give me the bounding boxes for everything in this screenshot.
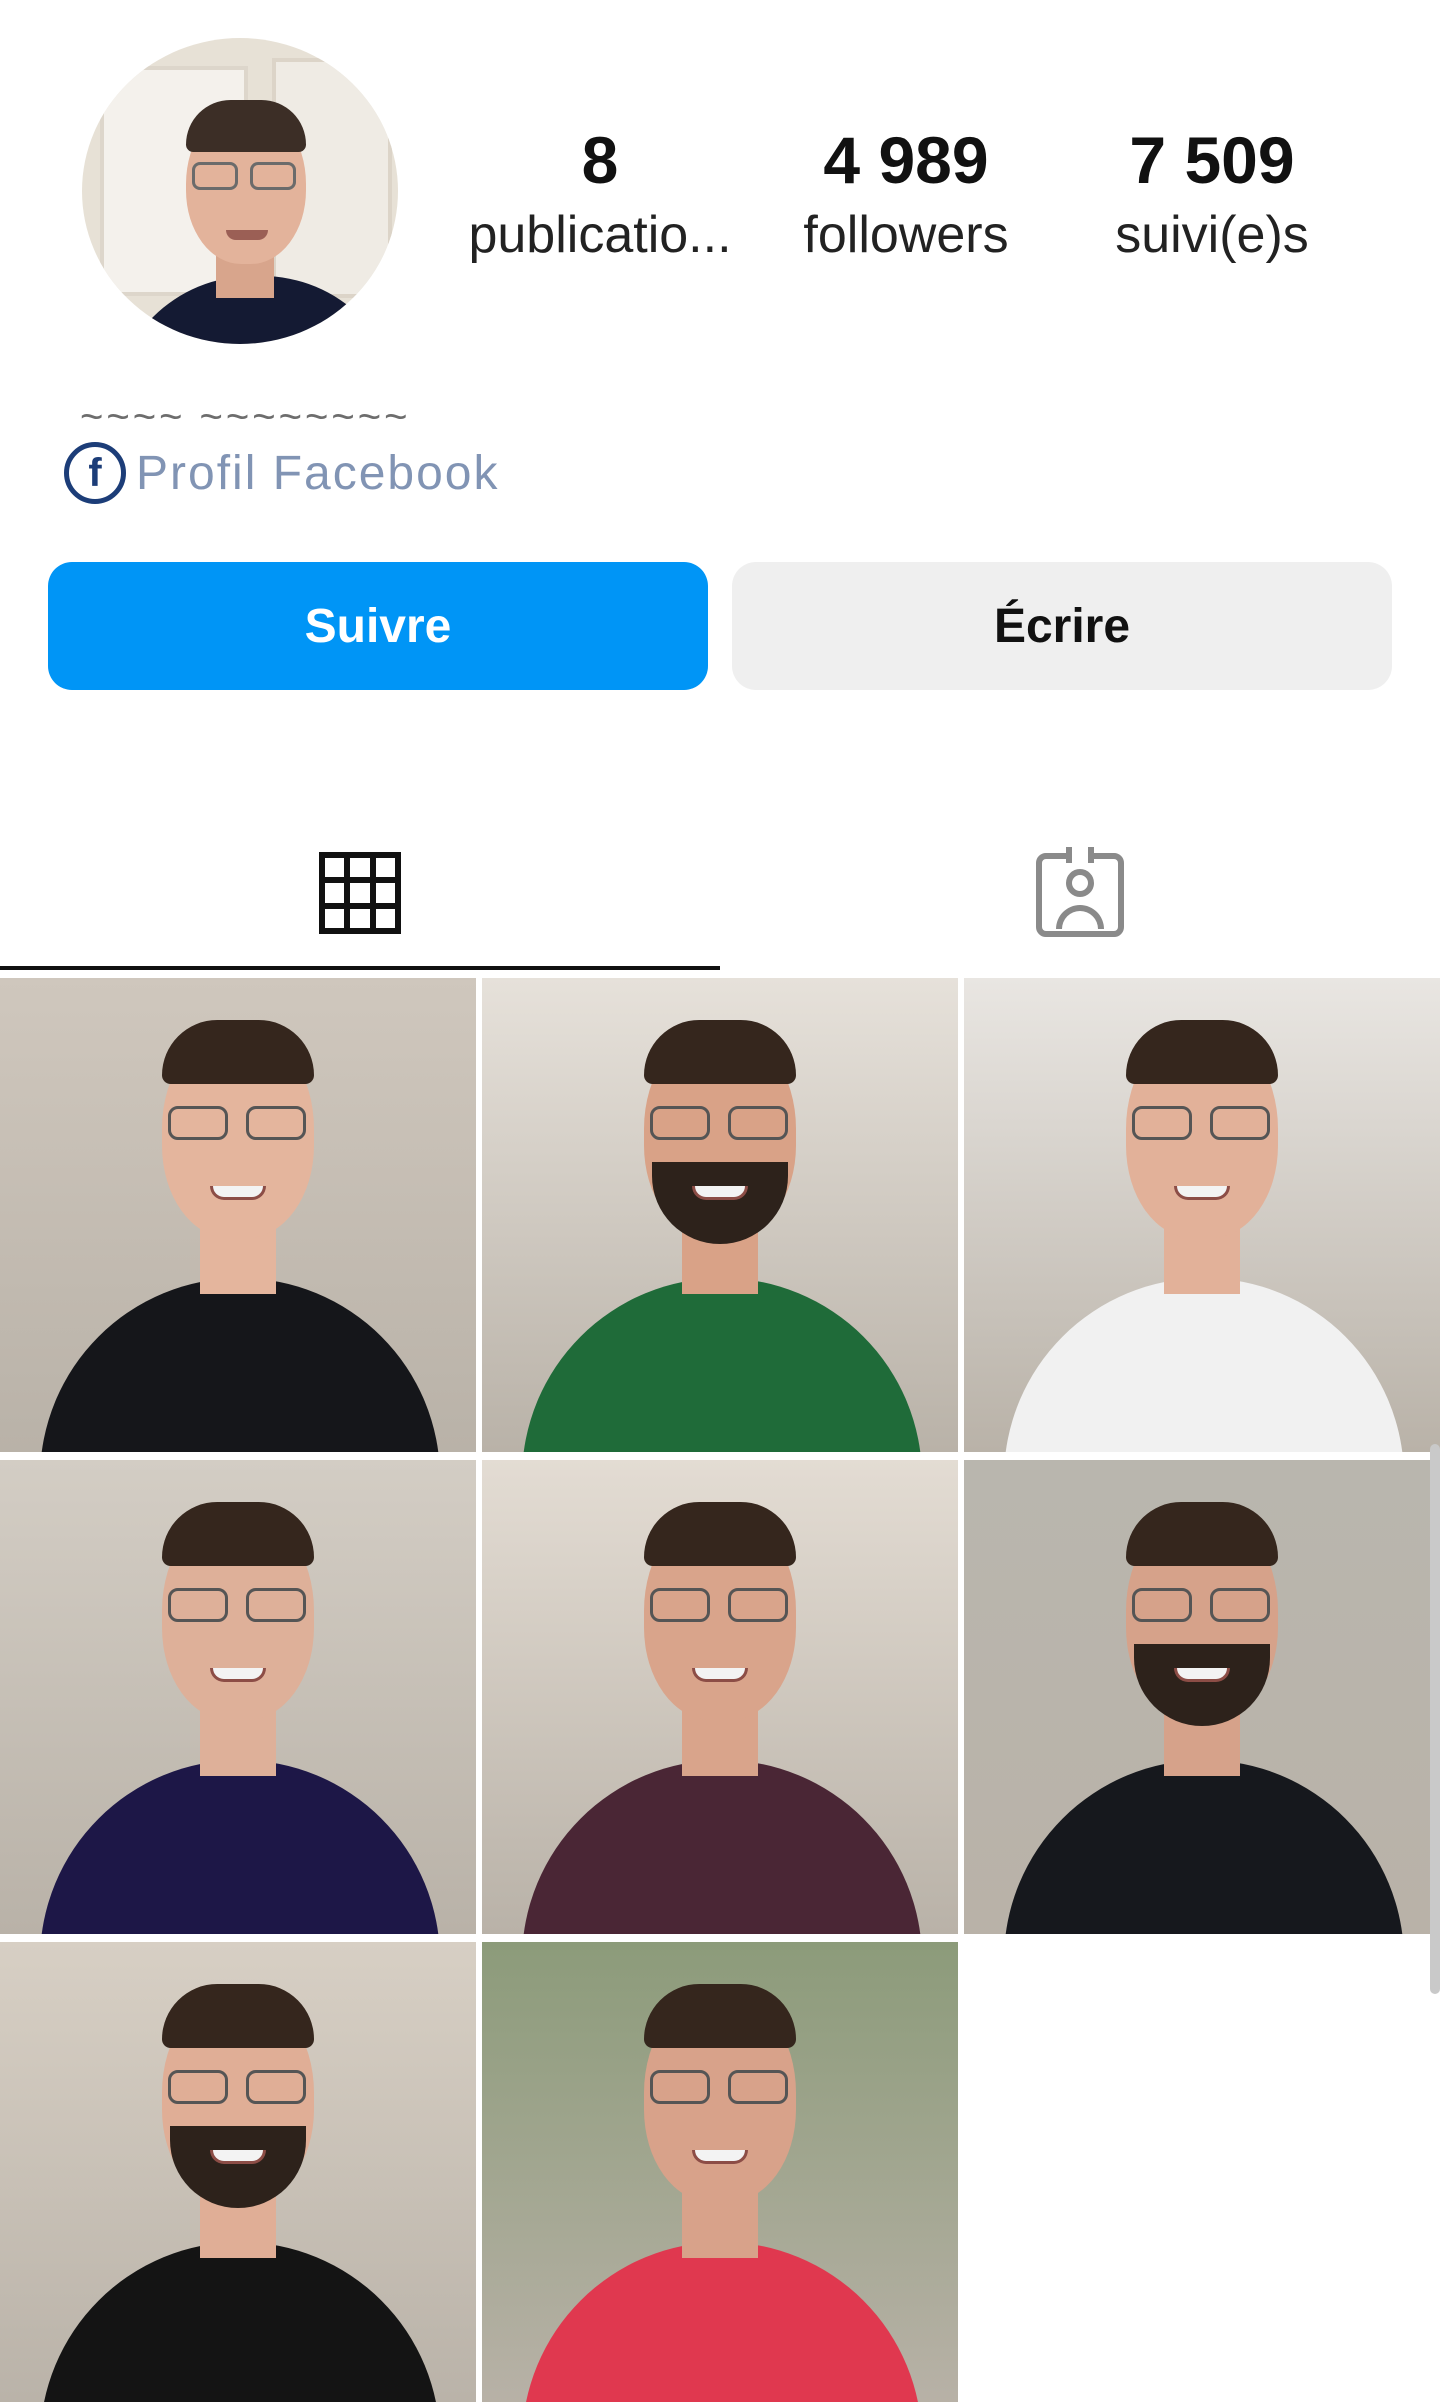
message-button[interactable]: Écrire bbox=[732, 562, 1392, 690]
grid-icon bbox=[319, 852, 401, 934]
post-thumbnail[interactable] bbox=[0, 1460, 476, 1934]
stat-posts[interactable]: 8 publicatio... bbox=[460, 120, 740, 270]
stat-following[interactable]: 7 509 suivi(e)s bbox=[1072, 120, 1352, 270]
post-thumbnail[interactable] bbox=[0, 978, 476, 1452]
stat-posts-value: 8 bbox=[581, 123, 619, 197]
tab-tagged[interactable] bbox=[720, 820, 1440, 970]
profile-name-text: ~~~~ ~~~~~~~~ bbox=[80, 395, 411, 424]
stat-posts-label: publicatio... bbox=[468, 206, 732, 264]
post-thumbnail[interactable] bbox=[964, 978, 1440, 1452]
stat-followers[interactable]: 4 989 followers bbox=[766, 120, 1046, 270]
facebook-profile-link[interactable]: f Profil Facebook bbox=[64, 440, 500, 506]
profile-stats: 8 publicatio... 4 989 followers 7 509 su… bbox=[460, 120, 1360, 280]
stat-followers-value: 4 989 bbox=[823, 123, 989, 197]
tagged-user-icon bbox=[1036, 847, 1124, 937]
post-thumbnail[interactable] bbox=[482, 1942, 958, 2402]
scrollbar[interactable] bbox=[1430, 1444, 1440, 1994]
stat-following-value: 7 509 bbox=[1129, 123, 1295, 197]
profile-page: 8 publicatio... 4 989 followers 7 509 su… bbox=[0, 0, 1440, 2402]
post-thumbnail[interactable] bbox=[482, 1460, 958, 1934]
post-thumbnail[interactable] bbox=[964, 1460, 1440, 1934]
profile-name: ~~~~ ~~~~~~~~ bbox=[80, 394, 460, 424]
profile-avatar[interactable] bbox=[82, 38, 398, 344]
facebook-icon: f bbox=[64, 442, 126, 504]
posts-grid bbox=[0, 978, 1440, 2402]
stat-followers-label: followers bbox=[803, 206, 1009, 264]
follow-button[interactable]: Suivre bbox=[48, 562, 708, 690]
profile-tabs bbox=[0, 820, 1440, 970]
facebook-link-label: Profil Facebook bbox=[136, 446, 500, 500]
tab-posts-grid[interactable] bbox=[0, 820, 720, 970]
post-thumbnail[interactable] bbox=[482, 978, 958, 1452]
stat-following-label: suivi(e)s bbox=[1115, 206, 1309, 264]
post-thumbnail[interactable] bbox=[0, 1942, 476, 2402]
